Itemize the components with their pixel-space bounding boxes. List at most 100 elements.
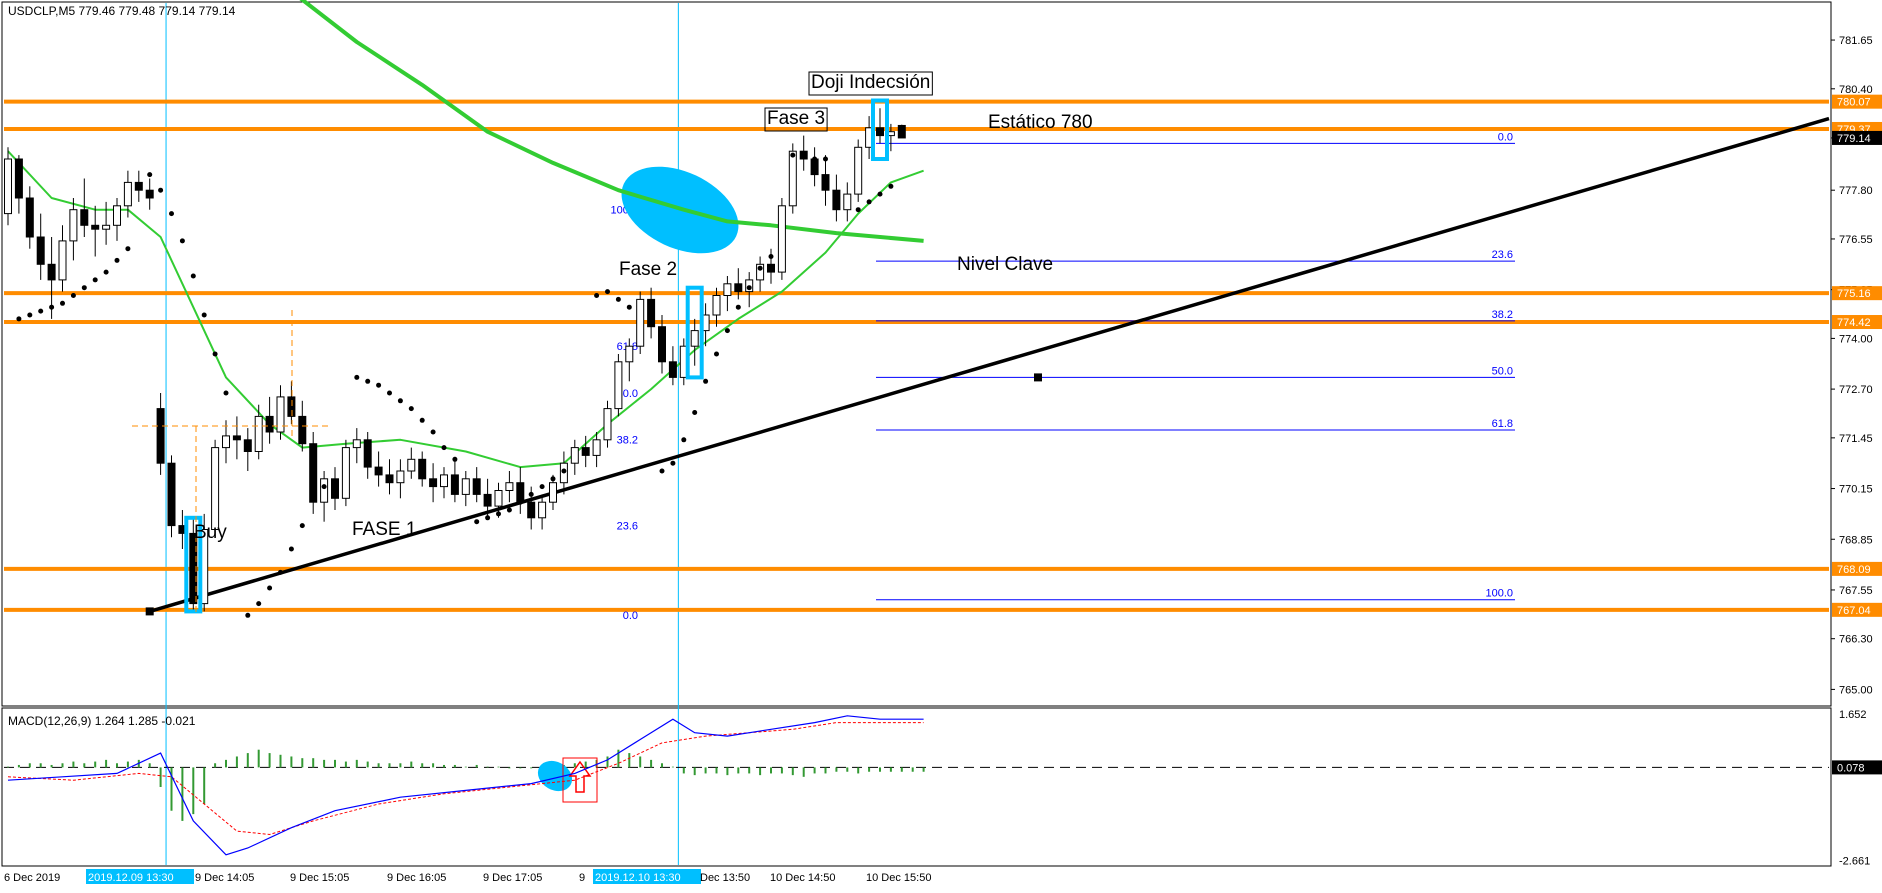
candle[interactable] <box>538 494 547 530</box>
candle[interactable] <box>418 451 427 487</box>
candle[interactable] <box>36 213 45 280</box>
candle[interactable] <box>320 471 329 522</box>
candle[interactable] <box>570 439 579 475</box>
sar-dot <box>321 484 327 490</box>
candle[interactable] <box>243 428 252 471</box>
candle[interactable] <box>25 186 34 249</box>
sar-dot <box>474 519 480 525</box>
sar-dot <box>496 511 501 517</box>
sar-dot <box>812 156 818 162</box>
sar-dot <box>724 328 730 334</box>
chart-window[interactable]: 0.023.638.250.061.8100.0100.061.850.038.… <box>0 0 1882 888</box>
candle[interactable] <box>374 451 383 487</box>
candle[interactable] <box>113 198 121 241</box>
candle[interactable] <box>472 467 481 503</box>
candle[interactable] <box>832 174 841 222</box>
candle[interactable] <box>843 182 852 222</box>
candle[interactable] <box>167 455 176 538</box>
x-tick-label: 9 Dec 15:05 <box>290 872 349 884</box>
candle[interactable] <box>516 467 525 514</box>
candle[interactable] <box>876 108 884 144</box>
candle[interactable] <box>777 198 786 280</box>
ma-slow-line[interactable] <box>291 0 924 243</box>
candle[interactable] <box>668 346 677 386</box>
candle[interactable] <box>58 225 67 292</box>
candle[interactable] <box>222 420 230 464</box>
candle[interactable] <box>396 459 405 499</box>
annotation-fase-1[interactable]: FASE 1 <box>352 519 416 540</box>
candle[interactable] <box>4 147 12 226</box>
candle[interactable] <box>145 178 154 210</box>
candle[interactable] <box>156 393 165 475</box>
sar-dot <box>528 491 534 497</box>
candle[interactable] <box>854 139 863 202</box>
candle[interactable] <box>254 404 263 460</box>
sar-dot <box>38 308 44 314</box>
candle[interactable] <box>14 155 23 214</box>
candle[interactable] <box>352 428 361 464</box>
candle[interactable] <box>505 471 514 503</box>
candle[interactable] <box>265 396 274 444</box>
sar-dot <box>299 523 305 529</box>
annotation-fase-2[interactable]: Fase 2 <box>619 259 677 280</box>
price-chart[interactable]: 0.023.638.250.061.8100.0100.061.850.038.… <box>0 0 1882 888</box>
candle[interactable] <box>91 205 100 257</box>
candle[interactable] <box>461 471 470 507</box>
candle[interactable] <box>363 432 372 479</box>
candle[interactable] <box>810 147 819 187</box>
annotation-nivel-clave[interactable]: Nivel Clave <box>957 254 1053 275</box>
sar-dot <box>692 410 698 415</box>
candle[interactable] <box>440 467 448 499</box>
candle[interactable] <box>102 201 111 245</box>
candle[interactable] <box>331 467 339 510</box>
y-tick-label: 777.80 <box>1839 185 1873 197</box>
trendline-anchor[interactable] <box>1034 373 1042 382</box>
candle[interactable] <box>276 385 285 440</box>
macd-main-line[interactable] <box>7 715 924 856</box>
candle[interactable] <box>756 256 765 292</box>
candle[interactable] <box>614 354 623 417</box>
fib-level-label: 0.0 <box>1498 131 1513 143</box>
level-price-label: 780.07 <box>1837 97 1871 109</box>
y-tick-label: 781.65 <box>1839 35 1873 47</box>
level-price-label: 768.09 <box>1837 564 1871 576</box>
sar-dot <box>877 191 883 197</box>
candle[interactable] <box>134 170 143 202</box>
sar-dot <box>397 398 403 404</box>
up-arrow-icon <box>568 760 592 793</box>
candle[interactable] <box>232 416 241 460</box>
candle[interactable] <box>309 432 318 514</box>
annotation-doji[interactable]: Doji Indecsión <box>811 72 930 93</box>
sar-dot <box>70 293 76 298</box>
sar-dot <box>626 304 632 310</box>
candle[interactable] <box>636 291 645 354</box>
macd-signal-line[interactable] <box>7 722 924 836</box>
y-tick-label: 766.30 <box>1839 634 1873 646</box>
candle[interactable] <box>407 447 416 479</box>
sar-dot <box>888 183 894 189</box>
candle[interactable] <box>385 459 394 495</box>
annotation-fase-3[interactable]: Fase 3 <box>767 108 825 129</box>
candle[interactable] <box>897 124 906 139</box>
macd-title: MACD(12,26,9) 1.264 1.285 -0.021 <box>8 714 196 728</box>
candle[interactable] <box>723 276 732 312</box>
annotation-buy[interactable]: Buy <box>194 522 227 543</box>
candle[interactable] <box>647 287 656 339</box>
candle[interactable] <box>341 439 350 507</box>
y-tick-label: 772.70 <box>1839 384 1873 396</box>
candle[interactable] <box>690 318 699 366</box>
trendline-anchor[interactable] <box>145 607 154 616</box>
candle[interactable] <box>450 459 459 503</box>
sar-dot <box>419 417 425 423</box>
candle[interactable] <box>821 155 830 206</box>
ma-fast-line[interactable] <box>7 150 924 469</box>
candle[interactable] <box>603 400 612 448</box>
candle[interactable] <box>767 248 775 284</box>
macd-y-tick-label: -2.661 <box>1839 855 1870 867</box>
candle[interactable] <box>429 463 438 503</box>
candle[interactable] <box>69 198 78 261</box>
annotation-estatico[interactable]: Estático 780 <box>988 112 1093 133</box>
symbol-title: USDCLP,M5 779.46 779.48 779.14 779.14 <box>8 4 236 18</box>
candle[interactable] <box>287 381 296 425</box>
sar-dot <box>550 476 556 482</box>
